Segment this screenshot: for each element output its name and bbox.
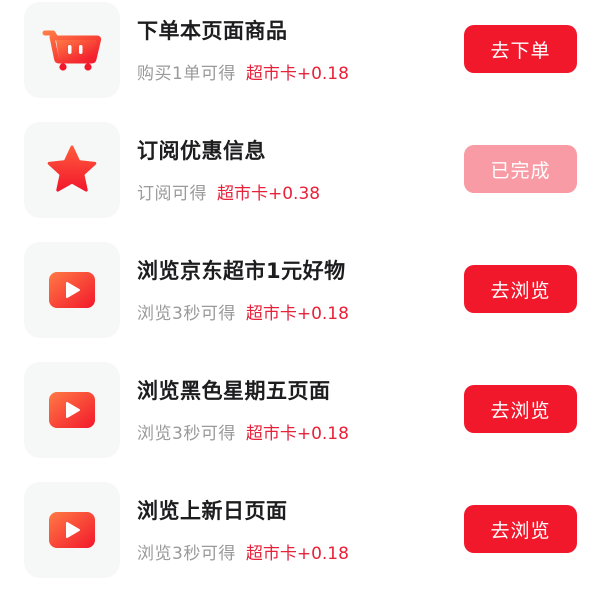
task-icon-tile — [24, 242, 120, 338]
task-reward-line: 浏览3秒可得 超市卡+0.18 — [137, 419, 349, 444]
task-title: 浏览黑色星期五页面 — [137, 379, 331, 403]
play-video-icon — [49, 392, 95, 428]
place-order-button[interactable]: 去下单 — [464, 25, 577, 73]
reward-value: 超市卡+0.18 — [245, 424, 349, 444]
task-row-browse-black-friday: 浏览黑色星期五页面 浏览3秒可得 超市卡+0.18 去浏览 — [0, 360, 600, 480]
reward-condition: 浏览3秒可得 — [137, 424, 236, 444]
task-list: 下单本页面商品 购买1单可得 超市卡+0.18 去下单 订阅优惠信息 订阅可得 超市… — [0, 0, 600, 600]
browse-button[interactable]: 去浏览 — [464, 385, 577, 433]
task-row-place-order: 下单本页面商品 购买1单可得 超市卡+0.18 去下单 — [0, 0, 600, 120]
task-reward-line: 购买1单可得 超市卡+0.18 — [137, 59, 349, 84]
play-video-icon — [49, 272, 95, 308]
star-icon — [47, 145, 97, 192]
completed-button[interactable]: 已完成 — [464, 145, 577, 193]
reward-condition: 购买1单可得 — [137, 64, 236, 84]
task-row-browse-new-arrivals: 浏览上新日页面 浏览3秒可得 超市卡+0.18 去浏览 — [0, 480, 600, 600]
reward-value: 超市卡+0.18 — [245, 544, 349, 564]
reward-value: 超市卡+0.18 — [245, 64, 349, 84]
play-video-icon — [49, 512, 95, 548]
task-icon-tile — [24, 2, 120, 98]
task-reward-line: 浏览3秒可得 超市卡+0.18 — [137, 539, 349, 564]
reward-value: 超市卡+0.38 — [217, 184, 321, 204]
task-icon-tile — [24, 362, 120, 458]
task-icon-tile — [24, 122, 120, 218]
reward-value: 超市卡+0.18 — [245, 304, 349, 324]
task-title: 浏览上新日页面 — [137, 499, 288, 523]
browse-button[interactable]: 去浏览 — [464, 265, 577, 313]
task-row-browse-deals: 浏览京东超市1元好物 浏览3秒可得 超市卡+0.18 去浏览 — [0, 240, 600, 360]
browse-button[interactable]: 去浏览 — [464, 505, 577, 553]
task-row-subscribe: 订阅优惠信息 订阅可得 超市卡+0.38 已完成 — [0, 120, 600, 240]
reward-condition: 订阅可得 — [137, 184, 207, 204]
task-title: 浏览京东超市1元好物 — [137, 259, 346, 283]
task-icon-tile — [24, 482, 120, 578]
task-reward-line: 浏览3秒可得 超市卡+0.18 — [137, 299, 349, 324]
reward-condition: 浏览3秒可得 — [137, 304, 236, 324]
task-title: 下单本页面商品 — [137, 19, 288, 43]
reward-condition: 浏览3秒可得 — [137, 544, 236, 564]
shopping-cart-icon — [42, 30, 102, 71]
task-reward-line: 订阅可得 超市卡+0.38 — [137, 179, 320, 204]
task-title: 订阅优惠信息 — [137, 139, 266, 163]
